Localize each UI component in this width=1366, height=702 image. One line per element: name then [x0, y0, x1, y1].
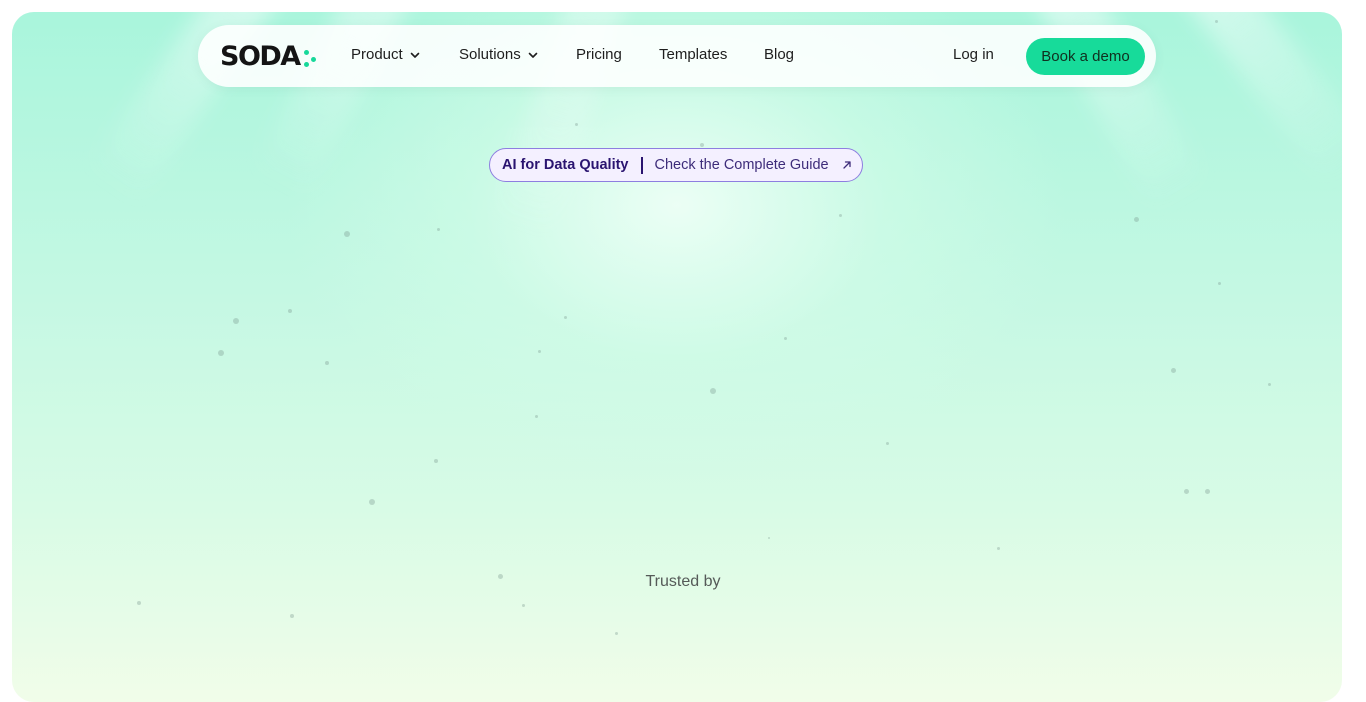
particle	[233, 318, 239, 324]
particle	[615, 632, 618, 635]
particle	[768, 537, 770, 539]
chevron-down-icon	[527, 49, 539, 61]
nav-item-blog[interactable]: Blog	[764, 46, 794, 63]
particle	[522, 604, 525, 607]
announcement-pill[interactable]: AI for Data Quality Check the Complete G…	[489, 148, 863, 182]
top-navigation-bar: SODA Product Solutions Pricing Templates…	[198, 25, 1156, 87]
soda-logo[interactable]: SODA	[220, 40, 316, 72]
logo-wordmark: SODA	[220, 40, 301, 72]
particle	[137, 601, 141, 605]
nav-item-pricing[interactable]: Pricing	[576, 46, 622, 63]
chevron-down-icon	[409, 49, 421, 61]
nav-item-label: Templates	[659, 46, 728, 63]
particle	[538, 350, 541, 353]
particle	[1215, 20, 1218, 23]
particle	[218, 350, 224, 356]
particle	[784, 337, 787, 340]
particle	[288, 309, 292, 313]
hero-background	[12, 12, 1342, 702]
nav-item-label: Solutions	[459, 46, 521, 63]
particle	[575, 123, 578, 126]
divider	[640, 156, 643, 174]
particle	[437, 228, 440, 231]
arrow-up-right-icon	[841, 159, 853, 171]
particle	[1205, 489, 1210, 494]
login-link[interactable]: Log in	[953, 46, 994, 63]
announcement-title: AI for Data Quality	[502, 157, 629, 173]
particle	[1268, 383, 1271, 386]
particle	[369, 499, 375, 505]
particle	[434, 459, 438, 463]
particle	[564, 316, 567, 319]
nav-item-solutions[interactable]: Solutions	[459, 46, 539, 63]
trusted-by-label: Trusted by	[645, 573, 721, 590]
nav-item-label: Pricing	[576, 46, 622, 63]
nav-item-product[interactable]: Product	[351, 46, 421, 63]
particle	[1134, 217, 1139, 222]
particle	[1218, 282, 1221, 285]
particle	[710, 388, 716, 394]
particle	[325, 361, 329, 365]
nav-item-label: Blog	[764, 46, 795, 63]
particle	[290, 614, 294, 618]
particle	[535, 415, 538, 418]
particle	[839, 214, 842, 217]
three-dots-icon	[302, 45, 316, 67]
announcement-link-text: Check the Complete Guide	[654, 157, 829, 173]
particle	[1171, 368, 1176, 373]
nav-item-templates[interactable]: Templates	[659, 46, 727, 63]
particle	[700, 143, 704, 147]
particle	[344, 231, 350, 237]
nav-item-label: Product	[351, 46, 403, 63]
book-demo-button[interactable]: Book a demo	[1026, 38, 1145, 75]
particle	[1184, 489, 1189, 494]
particle	[886, 442, 889, 445]
particle	[997, 547, 1000, 550]
